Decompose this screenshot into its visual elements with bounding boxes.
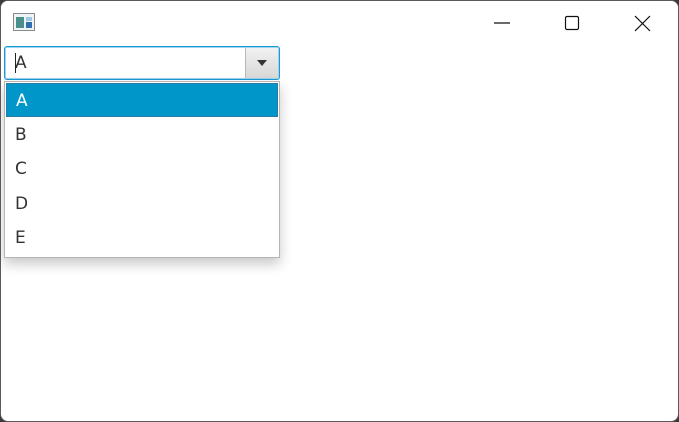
- close-icon: [634, 15, 651, 32]
- app-window: A B C D E: [0, 0, 679, 422]
- close-button[interactable]: [619, 1, 665, 45]
- chevron-down-icon: [257, 60, 267, 66]
- minimize-button[interactable]: [479, 1, 525, 45]
- editable-combo-box[interactable]: [4, 46, 280, 80]
- list-item[interactable]: C: [6, 152, 278, 186]
- list-item[interactable]: A: [6, 83, 278, 117]
- combo-editor-input[interactable]: [6, 48, 246, 78]
- title-bar[interactable]: [1, 1, 678, 45]
- maximize-icon: [564, 15, 580, 31]
- application-icon: [13, 13, 35, 31]
- combo-dropdown-list: A B C D E: [4, 81, 280, 258]
- minimize-icon: [494, 22, 510, 24]
- list-item[interactable]: B: [6, 118, 278, 152]
- list-item[interactable]: D: [6, 187, 278, 221]
- list-item[interactable]: E: [6, 221, 278, 255]
- text-caret: [15, 53, 16, 73]
- maximize-button[interactable]: [549, 1, 595, 45]
- combo-dropdown-button[interactable]: [245, 48, 278, 78]
